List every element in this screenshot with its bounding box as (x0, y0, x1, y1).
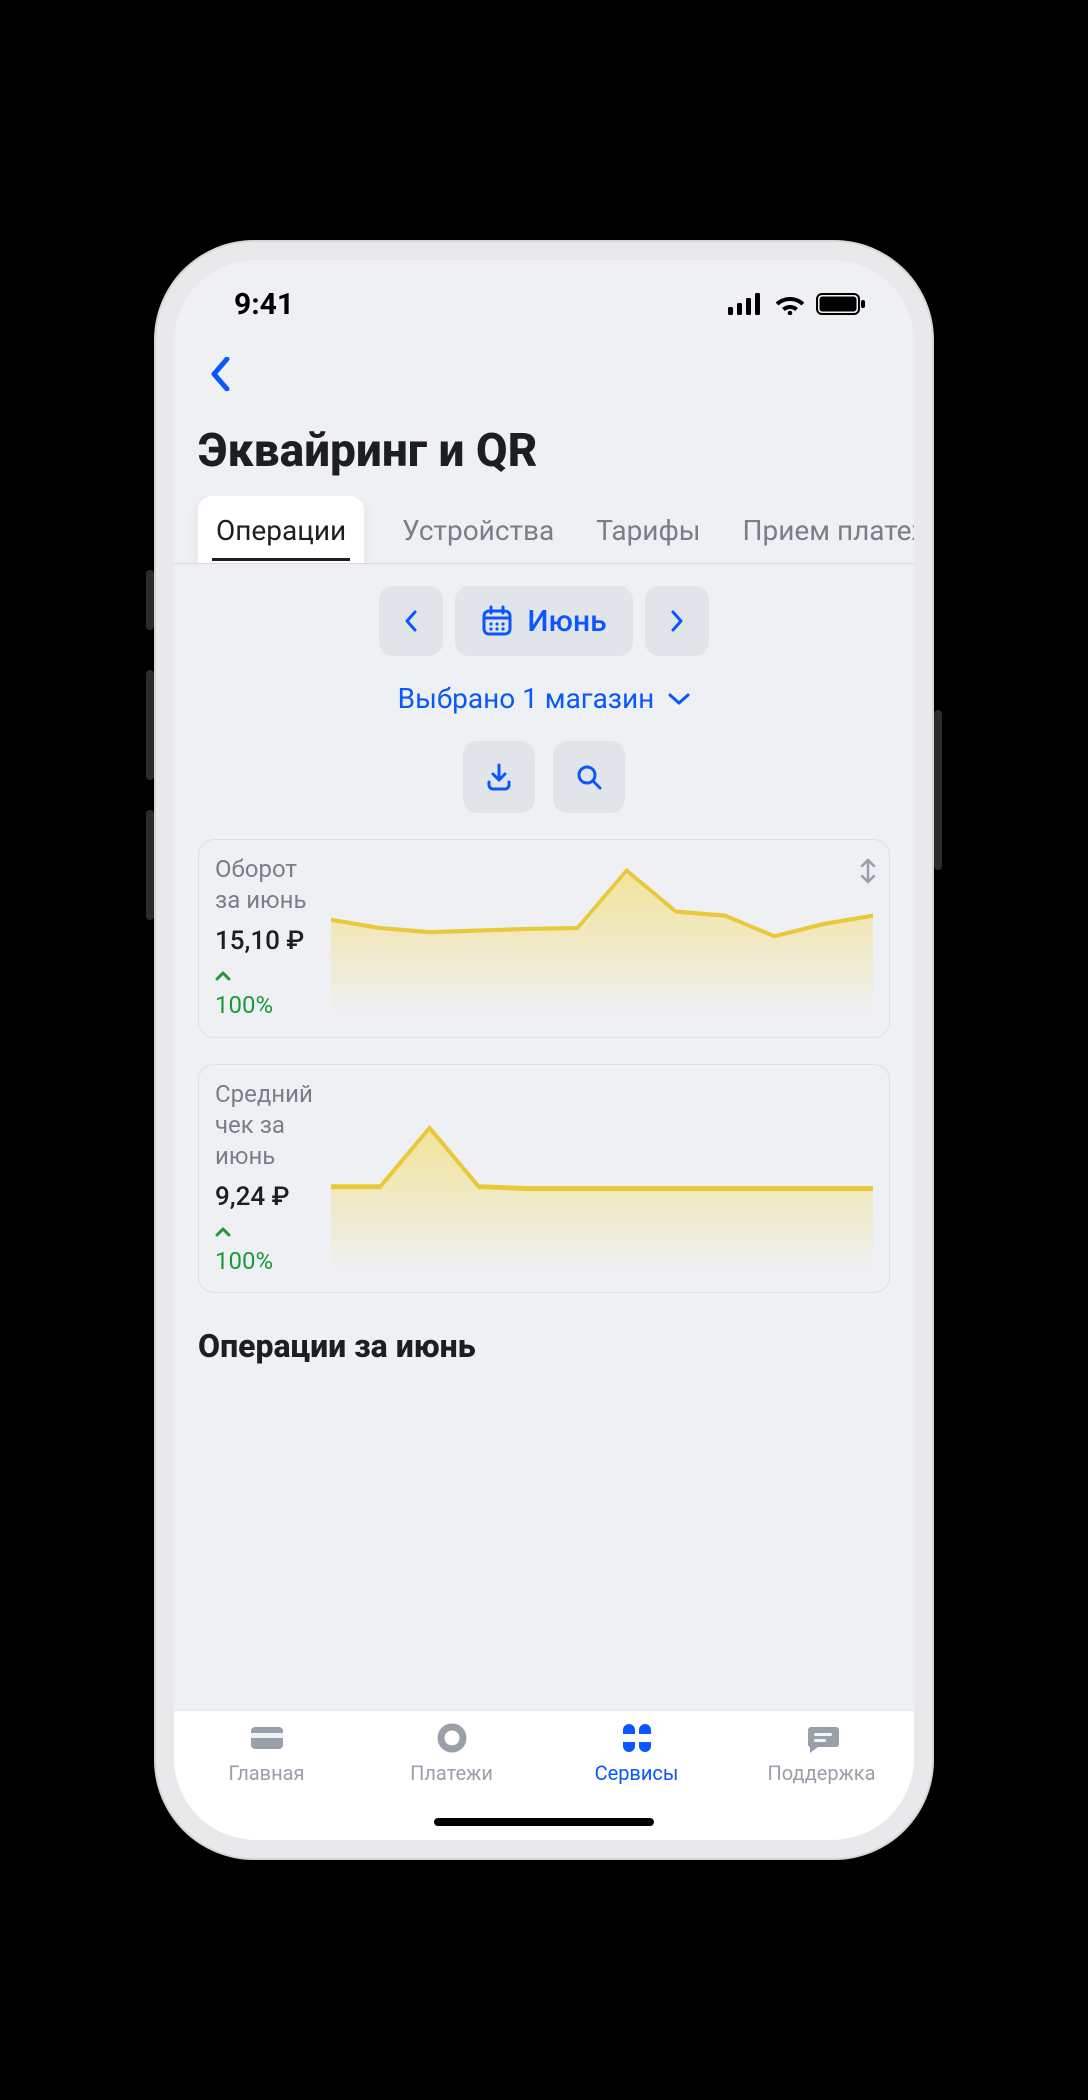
store-selector[interactable]: Выбрано 1 магазин (198, 682, 890, 715)
chevron-left-icon (210, 357, 230, 391)
card-icon (247, 1721, 287, 1755)
content: Июнь Выбрано 1 магазин (174, 564, 914, 1710)
expand-icon (857, 858, 879, 888)
nav-payments[interactable]: Платежи (382, 1721, 522, 1785)
avg-check-trend: 100% (215, 1222, 323, 1274)
tab-accept-payments[interactable]: Прием платежей (739, 496, 914, 563)
turnover-sparkline (331, 854, 873, 1019)
nav-payments-label: Платежи (410, 1761, 493, 1785)
wifi-icon (774, 293, 806, 315)
download-icon (484, 762, 514, 792)
turnover-value: 15,10 ₽ (215, 926, 323, 956)
calendar-icon (481, 605, 513, 637)
avg-check-info: Средний чек за июнь 9,24 ₽ 100% (215, 1079, 323, 1275)
status-icons (728, 293, 866, 315)
caret-up-icon (215, 1227, 231, 1237)
search-icon (574, 762, 604, 792)
tab-devices[interactable]: Устройства (398, 496, 558, 563)
nav-support-label: Поддержка (767, 1761, 875, 1785)
month-next-button[interactable] (645, 586, 709, 656)
nav-services[interactable]: Сервисы (567, 1721, 707, 1785)
tabs: Операции Устройства Тарифы Прием платеже… (174, 496, 914, 564)
page-title: Эквайринг и QR (198, 424, 890, 478)
month-label: Июнь (527, 604, 606, 639)
chat-icon (802, 1721, 842, 1755)
status-time: 9:41 (234, 287, 294, 322)
caret-up-icon (215, 971, 231, 981)
chevron-left-icon (404, 610, 418, 632)
turnover-card[interactable]: Оборот за июнь 15,10 ₽ 100% (198, 839, 890, 1038)
turnover-trend: 100% (215, 966, 323, 1018)
avg-check-label: Средний чек за июнь (215, 1079, 323, 1173)
turnover-trend-pct: 100% (215, 992, 323, 1018)
avg-check-trend-pct: 100% (215, 1248, 323, 1274)
chevron-right-icon (670, 610, 684, 632)
avg-check-value: 9,24 ₽ (215, 1182, 323, 1212)
turnover-label: Оборот за июнь (215, 854, 323, 916)
nav-services-label: Сервисы (595, 1761, 679, 1785)
circle-icon (432, 1721, 472, 1755)
action-row (198, 741, 890, 813)
header: Эквайринг и QR (174, 338, 914, 496)
operations-section-title: Операции за июнь (198, 1327, 890, 1365)
month-select-button[interactable]: Июнь (455, 586, 632, 656)
avg-check-card[interactable]: Средний чек за июнь 9,24 ₽ 100% (198, 1064, 890, 1294)
tab-tariffs[interactable]: Тарифы (592, 496, 704, 563)
search-button[interactable] (553, 741, 625, 813)
grid-icon (617, 1721, 657, 1755)
tab-operations[interactable]: Операции (198, 496, 364, 563)
battery-icon (816, 293, 866, 315)
back-button[interactable] (198, 352, 242, 396)
avg-check-sparkline (331, 1079, 873, 1275)
chevron-down-icon (668, 692, 690, 706)
home-indicator (434, 1818, 654, 1826)
screen: 9:41 (174, 260, 914, 1840)
nav-support[interactable]: Поддержка (752, 1721, 892, 1785)
download-button[interactable] (463, 741, 535, 813)
month-prev-button[interactable] (379, 586, 443, 656)
turnover-info: Оборот за июнь 15,10 ₽ 100% (215, 854, 323, 1019)
month-picker: Июнь (198, 586, 890, 656)
nav-home-label: Главная (228, 1761, 304, 1785)
signal-icon (728, 293, 764, 315)
store-selector-label: Выбрано 1 магазин (398, 682, 655, 715)
phone-frame: 9:41 (154, 240, 934, 1860)
nav-home[interactable]: Главная (197, 1721, 337, 1785)
status-bar: 9:41 (174, 260, 914, 338)
